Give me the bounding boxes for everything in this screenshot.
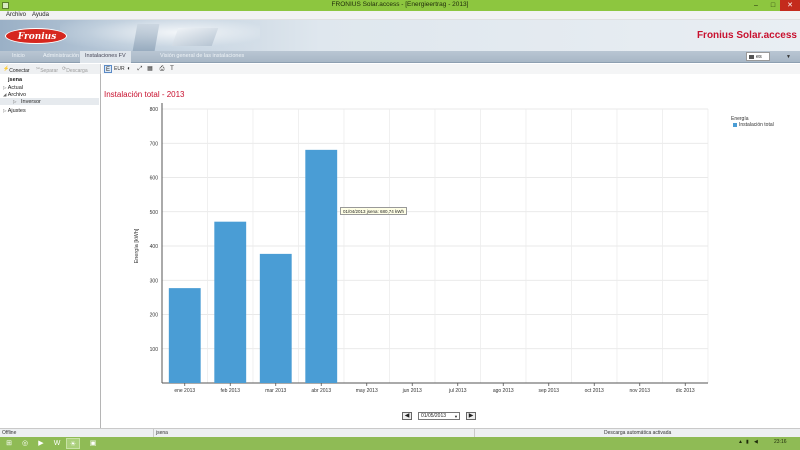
maximize-button[interactable]: □ <box>766 0 780 11</box>
x-tick-label: jul 2013 <box>448 388 467 394</box>
tree-root[interactable]: jsena <box>8 77 22 84</box>
connect-button[interactable]: ⚡ Conectar <box>3 66 30 74</box>
minimize-button[interactable]: – <box>748 0 764 11</box>
device-toolbar: ⚡ Conectar ✂ Separar ⟳ Descarga <box>0 64 101 74</box>
x-tick-label: feb 2013 <box>221 388 241 394</box>
x-tick-label: ene 2013 <box>174 388 195 394</box>
media-player-icon[interactable]: ▶ <box>34 438 48 449</box>
language-select[interactable]: es <box>746 52 770 61</box>
tree-item-label: Inversor <box>21 99 41 105</box>
separate-button[interactable]: ✂ Separar <box>36 66 58 74</box>
menu-ayuda[interactable]: Ayuda <box>32 12 49 18</box>
energy-icon[interactable]: E <box>104 65 112 73</box>
x-tick-label: abr 2013 <box>311 388 331 394</box>
flag-icon <box>749 55 754 59</box>
app-icon[interactable]: ▣ <box>86 438 100 449</box>
close-button[interactable]: ✕ <box>780 0 800 11</box>
chevron-down-icon: ▼ <box>454 414 458 419</box>
x-tick-label: ago 2013 <box>493 388 514 394</box>
y-tick-label: 600 <box>150 176 159 182</box>
energy-bar-chart: 100 200 300 400 500 600 700 800 Energía [kWh] ene… <box>134 103 709 394</box>
y-axis-label: Energía [kWh] <box>134 228 140 263</box>
date-select[interactable]: 01/05/2013 ▼ <box>418 412 460 420</box>
y-tick-label: 700 <box>150 141 159 147</box>
date-value: 01/05/2013 <box>421 413 447 419</box>
y-tick-label: 300 <box>150 278 159 284</box>
status-bar: Offline jsena Descarga automática activa… <box>0 428 800 438</box>
browser-icon[interactable]: ◎ <box>18 438 32 449</box>
bar[interactable] <box>168 288 201 383</box>
tree-item-ajustes[interactable]: ▷ Ajustes <box>3 107 26 114</box>
menu-bar: Archivo Ayuda <box>0 11 800 20</box>
table-icon[interactable]: ▦ <box>146 65 154 73</box>
download-button[interactable]: ⟳ Descarga <box>62 66 88 74</box>
previous-period-button[interactable]: ◀ <box>402 412 412 420</box>
y-tick-label: 400 <box>150 244 159 250</box>
bar[interactable] <box>259 253 292 383</box>
y-tick-label: 200 <box>150 313 159 319</box>
header-banner <box>0 20 800 51</box>
tab-inicio[interactable]: Inicio <box>12 53 25 59</box>
clock[interactable]: 23:16 <box>774 439 787 445</box>
plant-status: jsena <box>156 430 168 436</box>
x-tick-label: nov 2013 <box>629 388 650 394</box>
text-icon[interactable]: T <box>168 65 176 73</box>
bar[interactable] <box>214 221 247 383</box>
chevron-down-icon[interactable]: ▼ <box>786 54 791 60</box>
expand-arrow-icon[interactable]: ▷ <box>3 108 6 113</box>
tree-item-inversor[interactable]: ▷ Inversor <box>0 98 99 105</box>
zoom-icon[interactable]: ⤢ <box>136 65 144 73</box>
download-status: Descarga automática activada <box>604 430 672 436</box>
tray-arrow-icon[interactable]: ▲ <box>738 439 743 445</box>
print-icon[interactable]: ⎙ <box>158 65 166 73</box>
legend-label: Instalación total <box>739 122 774 128</box>
fronius-logo: Fronius <box>5 28 67 44</box>
x-tick-label: jun 2013 <box>402 388 422 394</box>
expand-arrow-icon[interactable]: ▷ <box>3 85 6 90</box>
tree-item-label: Ajustes <box>7 108 26 114</box>
x-tick-label: may 2013 <box>356 388 378 394</box>
y-tick-label: 800 <box>150 107 159 113</box>
start-icon[interactable]: ⊞ <box>2 438 16 449</box>
volume-icon[interactable]: ◀ <box>754 439 758 445</box>
tab-vision-general[interactable]: Visión general de las instalaciones <box>160 53 244 59</box>
tree-item-archivo[interactable]: ◢ Archivo <box>3 91 26 98</box>
y-tick-label: 100 <box>150 347 159 353</box>
expand-arrow-icon[interactable]: ▷ <box>13 99 16 104</box>
chart-toolbar: E EUR ◐ ⤢ ▦ ⎙ T <box>102 64 800 74</box>
network-icon[interactable]: ▮ <box>746 439 749 445</box>
next-period-button[interactable]: ▶ <box>466 412 476 420</box>
language-value: es <box>756 54 762 60</box>
window-title: FRONIUS Solar.access - [Energieertrag - … <box>331 1 469 8</box>
legend-item[interactable]: Instalación total <box>733 122 774 128</box>
connection-status: Offline <box>2 430 17 436</box>
nav-bar: Inicio Administración Instalaciones FV V… <box>0 51 800 63</box>
banner-image <box>60 20 260 51</box>
navigation-tree: jsena ▷ Actual ◢ Archivo ▷ Inversor ▷ Aj… <box>0 74 101 428</box>
bar-tooltip: 01/04/2013 jsena: 680,74 kWh <box>340 207 408 215</box>
brand-title: Fronius Solar.access <box>696 30 797 41</box>
banner-image <box>171 28 219 46</box>
tree-item-actual[interactable]: ▷ Actual <box>3 84 23 91</box>
logo-text: Fronius <box>17 32 57 42</box>
x-tick-label: dic 2013 <box>676 388 695 394</box>
word-icon[interactable]: W <box>50 438 64 449</box>
tariff-icon[interactable]: EUR <box>114 65 125 73</box>
title-bar: FRONIUS Solar.access - [Energieertrag - … <box>0 0 800 11</box>
tab-instalaciones-fv[interactable]: Instalaciones FV <box>80 51 131 63</box>
collapse-arrow-icon[interactable]: ◢ <box>3 92 6 97</box>
tab-administracion[interactable]: Administración <box>43 53 79 59</box>
solar-access-taskbar-icon[interactable]: ☀ <box>66 438 80 449</box>
y-tick-label: 500 <box>150 210 159 216</box>
x-tick-label: mar 2013 <box>265 388 286 394</box>
taskbar: ⊞ ◎ ▶ W ☀ ▣ ▲ ▮ ◀ 23:16 <box>0 437 800 450</box>
x-tick-label: sep 2013 <box>538 388 559 394</box>
menu-archivo[interactable]: Archivo <box>6 12 26 18</box>
bar[interactable] <box>305 149 338 383</box>
legend-swatch <box>733 123 737 127</box>
x-tick-label: oct 2013 <box>585 388 604 394</box>
view-icon[interactable]: ◐ <box>125 65 133 73</box>
